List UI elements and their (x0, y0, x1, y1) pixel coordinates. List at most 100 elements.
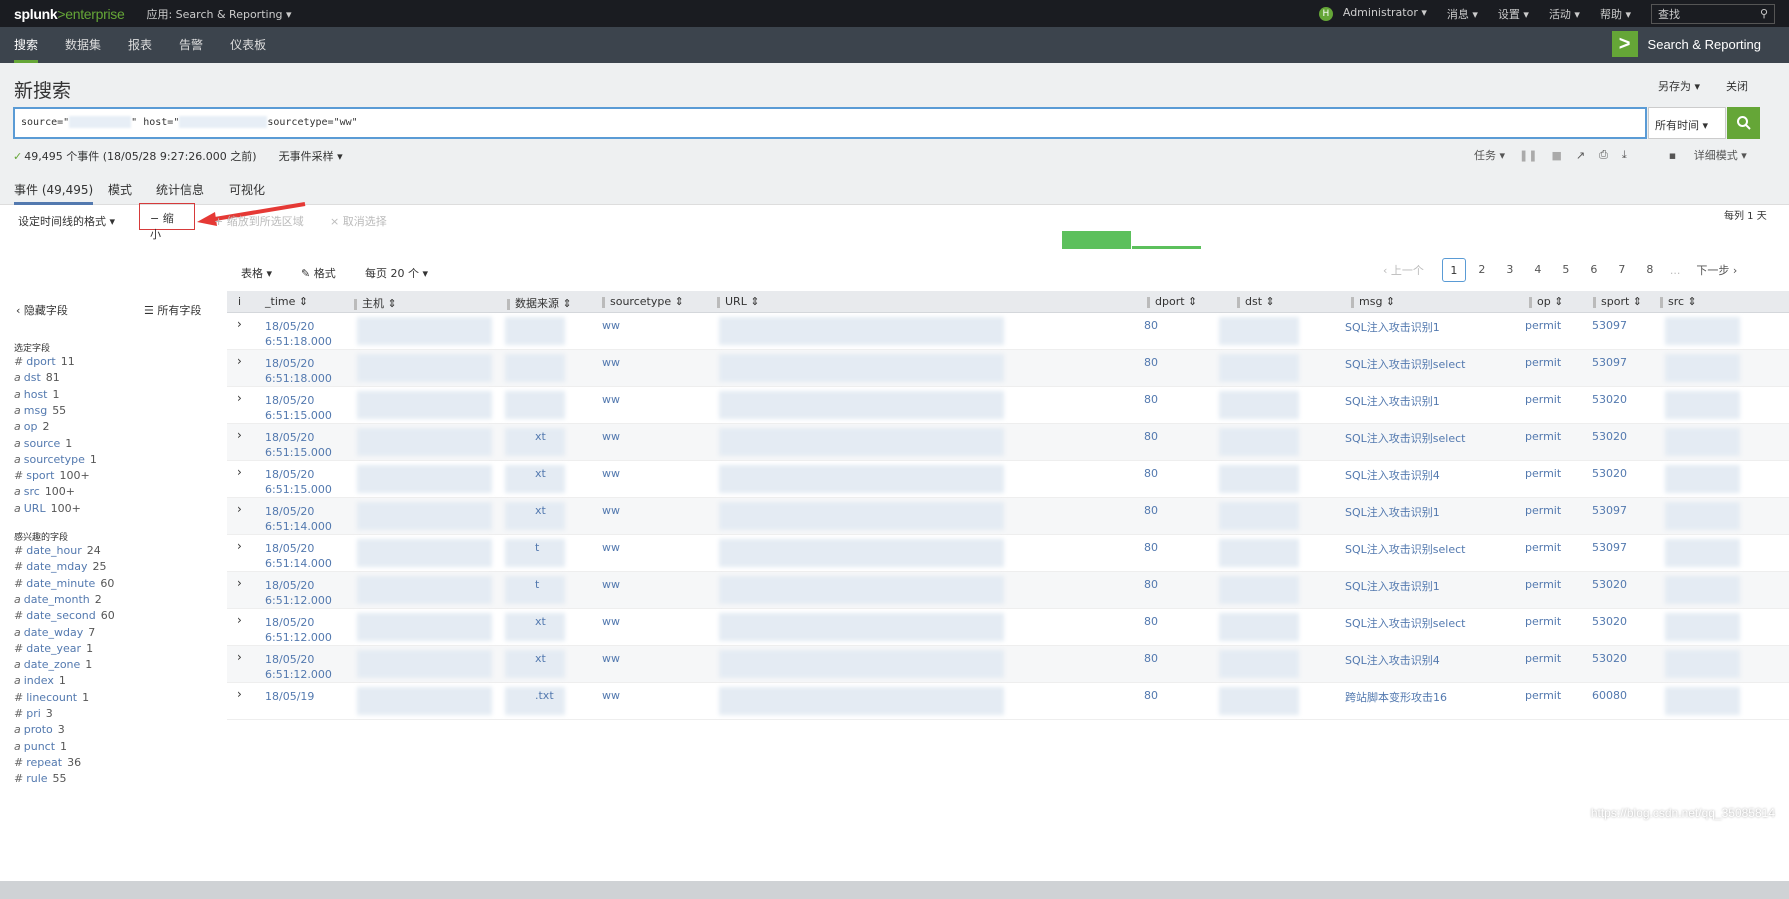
cell-sport[interactable]: 60080 (1592, 689, 1627, 702)
event-time[interactable]: 18/05/19 (265, 689, 314, 704)
app-menu[interactable]: 应用: Search & Reporting ▾ (146, 6, 291, 22)
column-header-数据来源[interactable]: 数据来源 ⇕ (507, 295, 572, 311)
cell-sport[interactable]: 53097 (1592, 541, 1627, 554)
job-menu[interactable]: 任务 ▾ (1474, 147, 1505, 163)
cell-msg[interactable]: SQL注入攻击识别1 (1345, 504, 1440, 520)
sidebar-field-date_wday[interactable]: a date_wday 7 (14, 626, 95, 639)
sidebar-field-URL[interactable]: a URL 100+ (14, 502, 81, 515)
table-row[interactable]: › 18/05/20 6:51:18.000 ww 80 SQL注入攻击识别select p… (227, 350, 1789, 387)
column-header-src[interactable]: src ⇕ (1660, 295, 1697, 308)
help-menu[interactable]: 帮助 ▾ (1600, 6, 1631, 22)
tab-statistics[interactable]: 统计信息 (156, 181, 204, 198)
stop-icon[interactable]: ■ (1551, 149, 1561, 162)
cell-msg[interactable]: SQL注入攻击识别select (1345, 430, 1465, 446)
close-button[interactable]: 关闭 (1726, 78, 1748, 94)
search-query-input[interactable]: source=" " host=" sourcetype="ww" (13, 107, 1647, 139)
cell-sport[interactable]: 53020 (1592, 467, 1627, 480)
column-header-主机[interactable]: 主机 ⇕ (354, 295, 397, 311)
search-mode-menu[interactable]: ▪ 详细模式 ▾ (1669, 147, 1761, 163)
expand-row-icon[interactable]: › (237, 391, 242, 405)
sidebar-field-date_hour[interactable]: # date_hour 24 (14, 544, 101, 557)
column-header-dport[interactable]: dport ⇕ (1147, 295, 1197, 308)
cell-source[interactable]: xt (535, 615, 546, 628)
sidebar-field-linecount[interactable]: # linecount 1 (14, 691, 89, 704)
pager-page[interactable]: 3 (1498, 258, 1522, 282)
cell-sport[interactable]: 53097 (1592, 356, 1627, 369)
sidebar-field-op[interactable]: a op 2 (14, 420, 49, 433)
column-header-op[interactable]: op ⇕ (1529, 295, 1563, 308)
cell-msg[interactable]: SQL注入攻击识别4 (1345, 467, 1440, 483)
find-input[interactable]: 查找 ⚲ (1651, 3, 1775, 24)
cell-op[interactable]: permit (1525, 541, 1561, 554)
column-resize-handle[interactable] (1147, 296, 1150, 308)
column-resize-handle[interactable] (1351, 296, 1354, 308)
table-row[interactable]: › 18/05/20 6:51:18.000 ww 80 SQL注入攻击识别1 permit… (227, 313, 1789, 350)
cell-op[interactable]: permit (1525, 430, 1561, 443)
cell-dport[interactable]: 80 (1144, 467, 1158, 480)
table-row[interactable]: › 18/05/20 6:51:14.000 t ww 80 SQL注入攻击识别select… (227, 535, 1789, 572)
cell-sourcetype[interactable]: ww (602, 393, 620, 406)
settings-menu[interactable]: 设置 ▾ (1498, 6, 1529, 22)
table-view-menu[interactable]: 表格 ▾ (241, 265, 272, 281)
pager-page[interactable]: 7 (1610, 258, 1634, 282)
event-time[interactable]: 18/05/20 6:51:14.000 (265, 504, 332, 534)
event-time[interactable]: 18/05/20 6:51:15.000 (265, 467, 332, 497)
pager-page[interactable]: 4 (1526, 258, 1550, 282)
pager-page[interactable]: 5 (1554, 258, 1578, 282)
pager-page[interactable]: 6 (1582, 258, 1606, 282)
nav-dashboards[interactable]: 仪表板 (230, 27, 266, 63)
format-menu[interactable]: ✎ 格式 (301, 265, 336, 281)
table-row[interactable]: › 18/05/20 6:51:12.000 t ww 80 SQL注入攻击识别1 permi… (227, 572, 1789, 609)
cell-dport[interactable]: 80 (1144, 393, 1158, 406)
cell-msg[interactable]: SQL注入攻击识别select (1345, 356, 1465, 372)
cell-sourcetype[interactable]: ww (602, 356, 620, 369)
pager-page[interactable]: 1 (1441, 258, 1466, 282)
cell-op[interactable]: permit (1525, 393, 1561, 406)
time-range-picker[interactable]: 所有时间 ▾ (1648, 107, 1726, 139)
cell-sourcetype[interactable]: ww (602, 689, 620, 702)
column-resize-handle[interactable] (507, 298, 510, 310)
hide-fields-button[interactable]: ‹ 隐藏字段 (16, 302, 68, 318)
zoom-to-selection-button[interactable]: + 缩放到所选区域 (214, 213, 304, 229)
pager-page[interactable]: 2 (1470, 258, 1494, 282)
cell-sport[interactable]: 53020 (1592, 652, 1627, 665)
cell-sport[interactable]: 53097 (1592, 319, 1627, 332)
nav-reports[interactable]: 报表 (128, 27, 152, 63)
cell-dport[interactable]: 80 (1144, 430, 1158, 443)
splunk-logo[interactable]: splunk>enterprise (14, 6, 125, 22)
cell-dport[interactable]: 80 (1144, 356, 1158, 369)
sidebar-field-dst[interactable]: a dst 81 (14, 371, 60, 384)
export-icon[interactable]: ⤓ (1622, 148, 1627, 162)
sidebar-field-source[interactable]: a source 1 (14, 437, 72, 450)
event-time[interactable]: 18/05/20 6:51:18.000 (265, 356, 332, 386)
expand-row-icon[interactable]: › (237, 687, 242, 701)
pager-next[interactable]: 下一步 › (1696, 262, 1737, 278)
app-brand[interactable]: > Search & Reporting (1611, 31, 1761, 57)
sidebar-field-date_mday[interactable]: # date_mday 25 (14, 560, 106, 573)
print-icon[interactable]: ⎙ (1599, 148, 1608, 162)
timeline-format-menu[interactable]: 设定时间线的格式 ▾ (18, 213, 115, 229)
table-row[interactable]: › 18/05/20 6:51:12.000 xt ww 80 SQL注入攻击识别4 perm… (227, 646, 1789, 683)
expand-row-icon[interactable]: › (237, 502, 242, 516)
save-as-menu[interactable]: 另存为 ▾ (1658, 78, 1700, 94)
column-resize-handle[interactable] (1660, 296, 1663, 308)
all-fields-button[interactable]: ☰ 所有字段 (144, 302, 201, 318)
tab-visualization[interactable]: 可视化 (229, 181, 265, 198)
cell-sourcetype[interactable]: ww (602, 652, 620, 665)
expand-row-icon[interactable]: › (237, 465, 242, 479)
sidebar-field-msg[interactable]: a msg 55 (14, 404, 66, 417)
expand-row-icon[interactable]: › (237, 576, 242, 590)
cell-source[interactable]: t (535, 578, 539, 591)
cell-sourcetype[interactable]: ww (602, 430, 620, 443)
cell-op[interactable]: permit (1525, 356, 1561, 369)
nav-alerts[interactable]: 告警 (179, 27, 203, 63)
cell-dport[interactable]: 80 (1144, 652, 1158, 665)
sidebar-field-sourcetype[interactable]: a sourcetype 1 (14, 453, 97, 466)
cell-op[interactable]: permit (1525, 319, 1561, 332)
sidebar-field-src[interactable]: a src 100+ (14, 485, 75, 498)
cell-msg[interactable]: SQL注入攻击识别1 (1345, 578, 1440, 594)
cell-sport[interactable]: 53020 (1592, 615, 1627, 628)
table-row[interactable]: › 18/05/20 6:51:12.000 xt ww 80 SQL注入攻击识别selec… (227, 609, 1789, 646)
nav-datasets[interactable]: 数据集 (65, 27, 101, 63)
column-resize-handle[interactable] (1529, 296, 1532, 308)
